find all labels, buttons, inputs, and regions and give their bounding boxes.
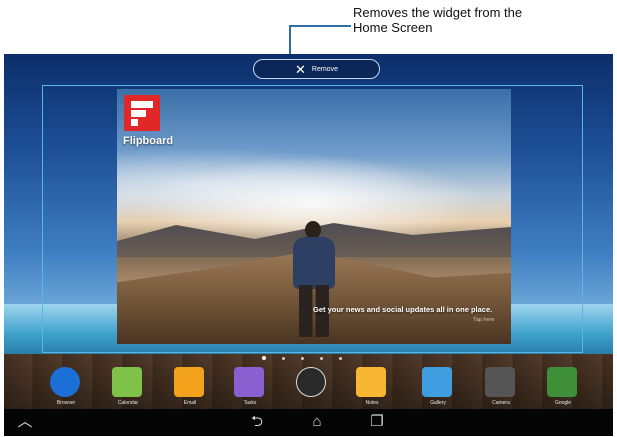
system-navigation-bar: ︿ ⮌ ⌂ ❐ (4, 409, 613, 436)
callout-text: Removes the widget from the Home Screen (353, 5, 603, 35)
widget-tagline: Get your news and social updates all in … (313, 305, 493, 314)
recent-apps-icon[interactable]: ❐ (366, 412, 388, 432)
dock-app-label: Tasks (243, 400, 257, 406)
dock-app-google[interactable]: Google (533, 364, 593, 409)
dock-app-camera[interactable]: Camera (471, 364, 531, 409)
dock-app-email[interactable]: Email (160, 364, 220, 409)
dock-app-label: Email (183, 400, 197, 406)
dock-app-notes[interactable]: Notes (342, 364, 402, 409)
globe-icon (50, 367, 80, 397)
chevron-up-icon[interactable]: ︿ (14, 412, 36, 432)
dock-app-label: Browser (56, 400, 76, 406)
page-dot[interactable] (320, 356, 323, 360)
dock-app-all-apps[interactable] (282, 364, 342, 409)
back-icon[interactable]: ⮌ (246, 412, 268, 432)
person-body (293, 237, 335, 289)
logo-bar-3 (131, 119, 138, 126)
dock-app-label: Calendar (117, 400, 139, 406)
dock-app-label: Google (554, 400, 572, 406)
camera-icon (485, 367, 515, 397)
calendar-icon (112, 367, 142, 397)
flipboard-brand-name: Flipboard (123, 135, 174, 147)
dock-app-tasks[interactable]: Tasks (220, 364, 280, 409)
callout-line-1: Removes the widget from the (353, 5, 523, 20)
google-folder-icon (547, 367, 577, 397)
dock-app-label: Gallery (430, 400, 446, 406)
picture-icon (422, 367, 452, 397)
home-icon[interactable]: ⌂ (306, 412, 328, 432)
dock-app-browser[interactable]: Browser (36, 364, 96, 409)
page-dot[interactable] (301, 356, 304, 360)
home-screen: ✕ Remove Flipboard Get your news and soc… (4, 54, 613, 436)
flipboard-logo-icon (124, 95, 160, 131)
page-indicator (262, 355, 342, 361)
page-dot[interactable] (339, 356, 342, 360)
all-apps-icon (296, 367, 326, 397)
dock-app-label: Camera (492, 400, 510, 406)
page-dot[interactable] (262, 356, 266, 360)
widget-tap-hint: Tap here (473, 317, 495, 323)
dock-app-calendar[interactable]: Calendar (98, 364, 158, 409)
widget-person-figure (285, 221, 343, 341)
dock-app-label: Notes (365, 400, 379, 406)
page-dot[interactable] (282, 356, 285, 360)
notepad-icon (356, 367, 386, 397)
app-dock: Browser Calendar Email Tasks Notes Gallery Cam… (4, 364, 613, 409)
callout-leader-horizontal (289, 25, 351, 27)
close-icon: ✕ (295, 61, 306, 77)
callout-line-2: Home Screen (353, 20, 433, 35)
logo-bar-1 (131, 101, 153, 108)
envelope-icon (174, 367, 204, 397)
remove-label: Remove (311, 65, 338, 73)
logo-bar-2 (131, 110, 146, 117)
dock-app-gallery[interactable]: Gallery (408, 364, 468, 409)
remove-widget-button[interactable]: ✕ Remove (253, 59, 380, 79)
flipboard-widget[interactable]: Flipboard Get your news and social updat… (117, 89, 511, 344)
checklist-icon (234, 367, 264, 397)
